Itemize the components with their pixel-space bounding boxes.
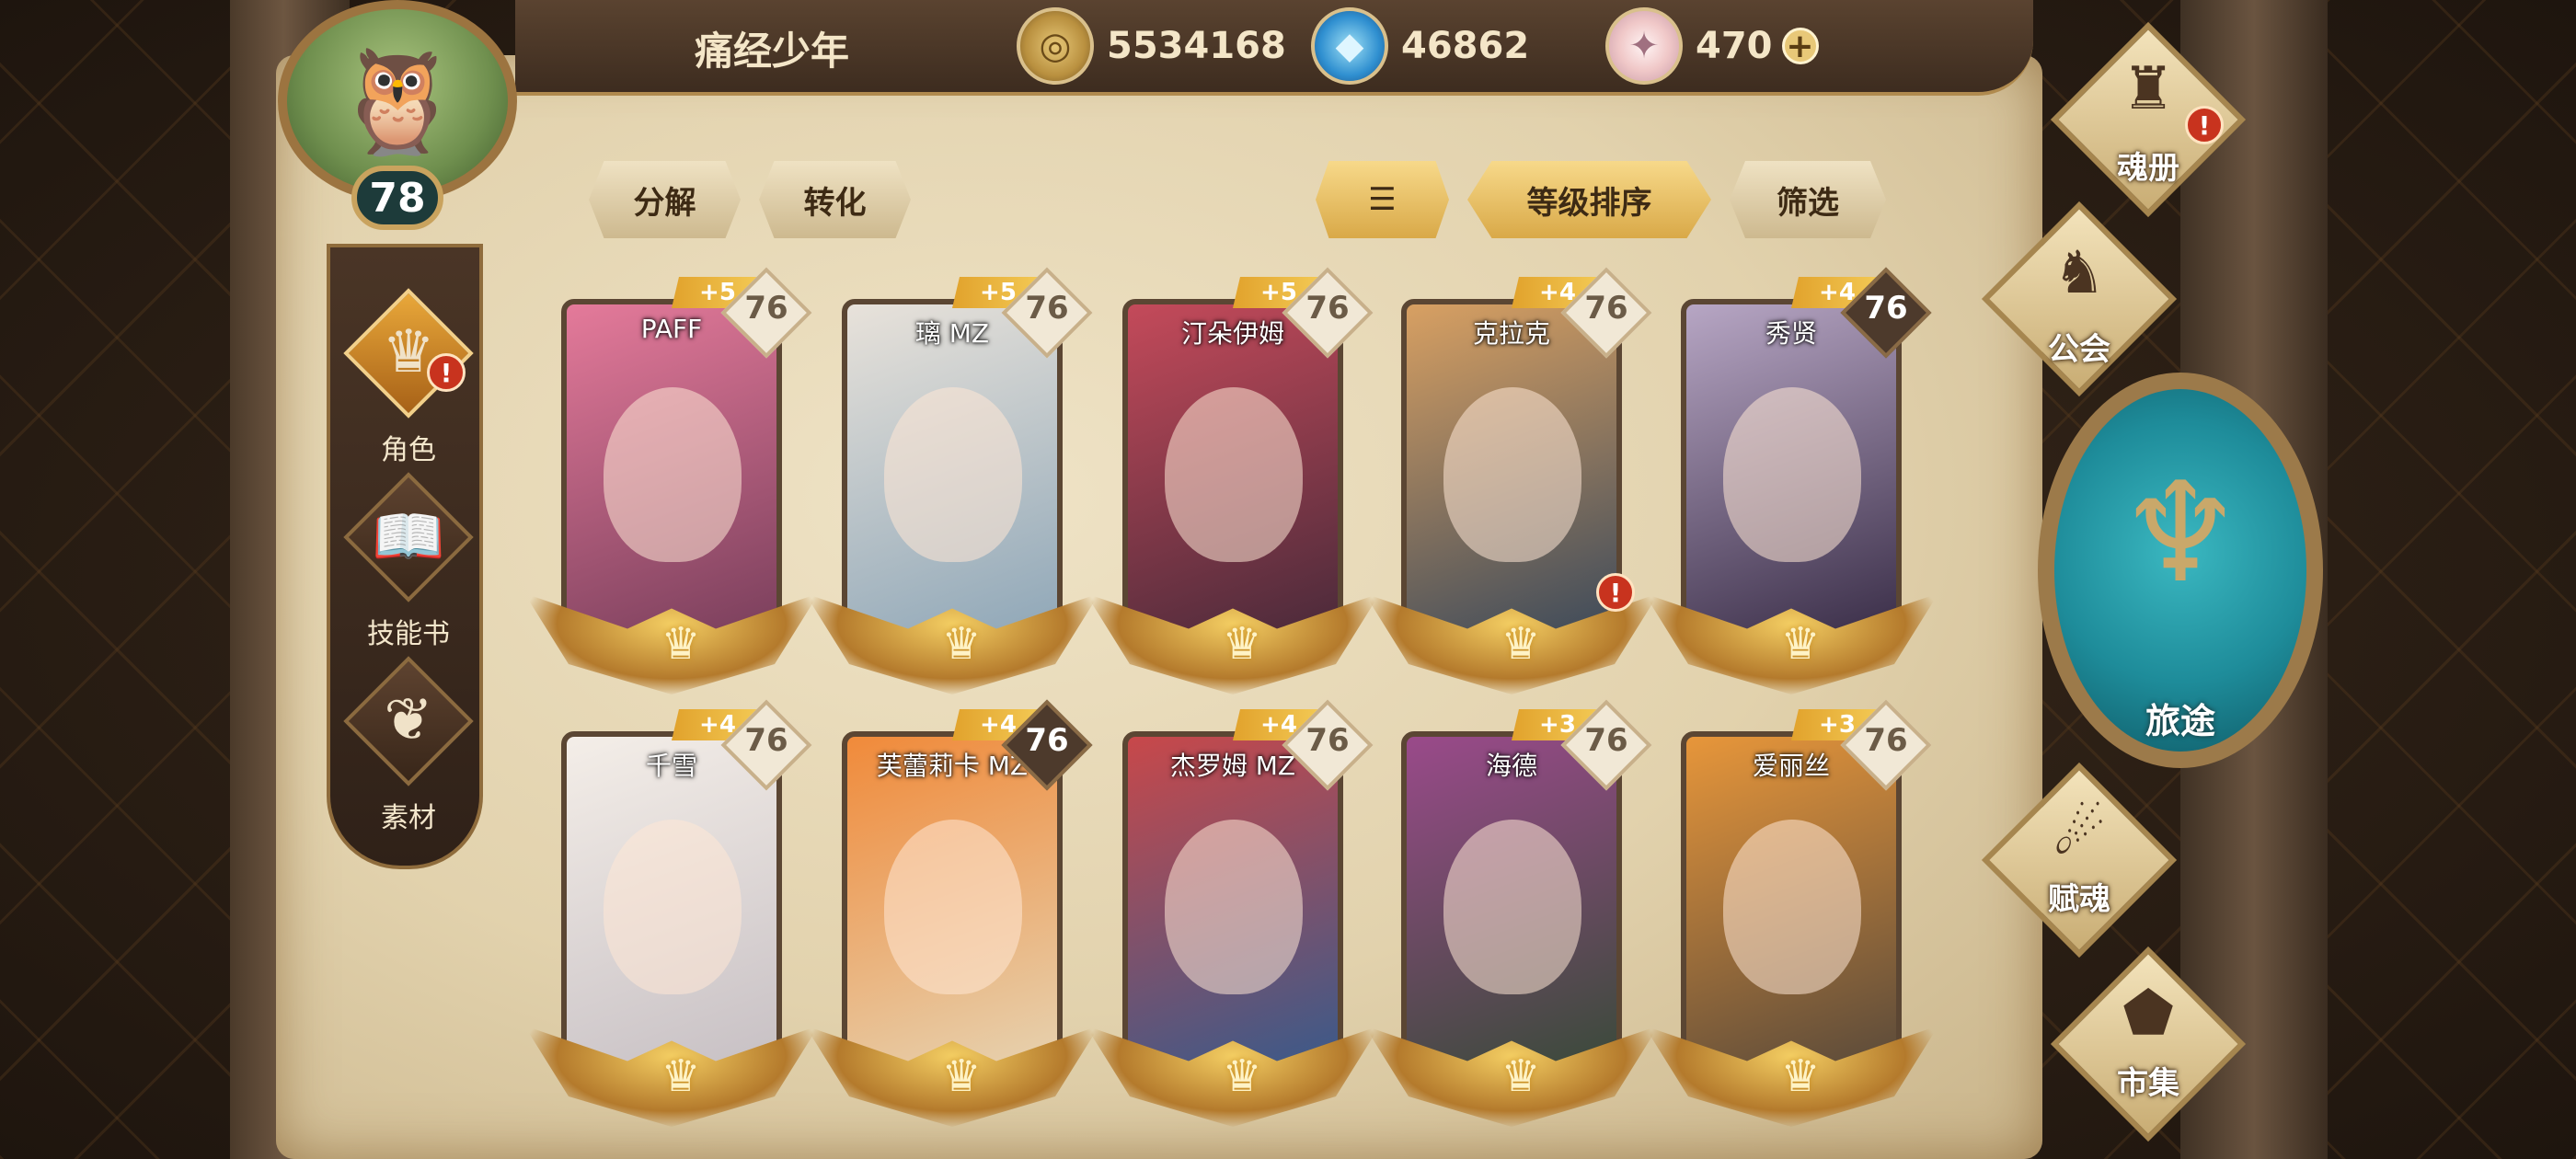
character-card[interactable]: 克拉克 +4 76 ♛! bbox=[1364, 267, 1659, 713]
sidebar-item-skill-book[interactable]: 📖 技能书 bbox=[330, 472, 487, 666]
crown-icon: ♛ bbox=[1501, 1050, 1541, 1102]
character-level: 76 bbox=[1305, 290, 1350, 327]
crown-icon: ♛ bbox=[1501, 618, 1541, 670]
alert-icon: ! bbox=[2185, 106, 2224, 144]
portrait-face bbox=[604, 387, 742, 562]
character-card[interactable]: 杰罗姆 MZ +4 76 ♛ bbox=[1086, 699, 1380, 1145]
character-card[interactable]: 芙蕾莉卡 MZ +4 76 ♛ bbox=[805, 699, 1099, 1145]
crown-icon: ♛ bbox=[661, 1050, 701, 1102]
character-card[interactable]: 千雪 +4 76 ♛ bbox=[524, 699, 819, 1145]
gold-currency: ◎ 5534168 bbox=[1017, 7, 1286, 85]
player-avatar-block[interactable]: 🦉 78 bbox=[259, 0, 554, 258]
portrait-face bbox=[1723, 820, 1861, 994]
character-card[interactable]: 爱丽丝 +3 76 ♛ bbox=[1644, 699, 1938, 1145]
journey-trident-icon: ♆ bbox=[2118, 453, 2243, 614]
nav-label: 公会 bbox=[2048, 331, 2110, 368]
character-level: 76 bbox=[1025, 290, 1069, 327]
character-portrait[interactable]: 千雪 bbox=[561, 731, 782, 1072]
character-portrait[interactable]: 璃 MZ bbox=[842, 299, 1063, 639]
gem-value: 470 bbox=[1696, 25, 1773, 67]
player-name: 痛经少年 bbox=[695, 29, 850, 74]
player-level-badge: 78 bbox=[351, 166, 443, 230]
portrait-face bbox=[1723, 387, 1861, 562]
skill-book-icon: 📖 bbox=[372, 503, 445, 571]
sidebar-item-label: 角色 bbox=[381, 434, 436, 466]
filter-button[interactable]: 筛选 bbox=[1730, 161, 1886, 238]
character-level: 76 bbox=[1864, 290, 1908, 327]
gem-currency: ✦ 470 + bbox=[1605, 7, 1819, 85]
portrait-face bbox=[604, 820, 742, 994]
character-portrait[interactable]: PAFF bbox=[561, 299, 782, 639]
blue-crystal-icon: ◆ bbox=[1311, 7, 1388, 85]
ensoul-icon: ☄ bbox=[2053, 800, 2106, 868]
crown-icon: ♛ bbox=[1780, 1050, 1821, 1102]
journey-label: 旅途 bbox=[2145, 701, 2215, 741]
sidebar-item-label: 素材 bbox=[381, 802, 436, 834]
character-level: 76 bbox=[1584, 722, 1628, 759]
crown-icon: ♛ bbox=[941, 1050, 982, 1102]
journey-button[interactable]: ♆ 旅途 bbox=[2038, 373, 2323, 768]
character-portrait[interactable]: 杰罗姆 MZ bbox=[1122, 731, 1343, 1072]
character-level: 76 bbox=[744, 722, 788, 759]
character-portrait[interactable]: 秀贤 bbox=[1681, 299, 1902, 639]
nav-label: 魂册 bbox=[2117, 150, 2179, 187]
sort-icon: ☰ bbox=[1368, 181, 1397, 218]
nav-market[interactable]: ⬟ 市集 bbox=[2047, 946, 2249, 1145]
crown-icon: ♛ bbox=[1222, 1050, 1262, 1102]
character-card[interactable]: 秀贤 +4 76 ♛ bbox=[1644, 267, 1938, 713]
sidebar-item-material[interactable]: ❦ 素材 bbox=[330, 656, 487, 850]
sidebar-item-character[interactable]: ♛ 角色 ! bbox=[330, 288, 487, 482]
character-portrait[interactable]: 克拉克 bbox=[1401, 299, 1622, 639]
left-sidebar: ♛ 角色 ! 📖 技能书 ❦ 素材 bbox=[327, 244, 483, 869]
crystal-value: 46862 bbox=[1401, 25, 1530, 67]
material-icon: ❦ bbox=[384, 686, 433, 754]
crystal-currency: ◆ 46862 bbox=[1311, 7, 1529, 85]
nav-soul-book[interactable]: ♜ 魂册 ! bbox=[2047, 21, 2249, 218]
character-card[interactable]: PAFF +5 76 ♛ bbox=[524, 267, 819, 713]
sidebar-item-label: 技能书 bbox=[367, 618, 450, 650]
crown-icon: ♛ bbox=[661, 618, 701, 670]
character-level: 76 bbox=[1305, 722, 1350, 759]
character-card[interactable]: 海德 +3 76 ♛ bbox=[1364, 699, 1659, 1145]
plus-icon[interactable]: + bbox=[1781, 28, 1819, 65]
portrait-face bbox=[1443, 820, 1581, 994]
alert-icon: ! bbox=[1596, 573, 1635, 612]
character-level: 76 bbox=[1025, 722, 1069, 759]
portrait-face bbox=[884, 820, 1022, 994]
convert-button[interactable]: 转化 bbox=[759, 161, 911, 238]
character-portrait[interactable]: 爱丽丝 bbox=[1681, 731, 1902, 1072]
decompose-button[interactable]: 分解 bbox=[589, 161, 741, 238]
character-card[interactable]: 璃 MZ +5 76 ♛ bbox=[805, 267, 1099, 713]
character-card[interactable]: 汀朵伊姆 +5 76 ♛ bbox=[1086, 267, 1380, 713]
gold-coin-icon: ◎ bbox=[1017, 7, 1094, 85]
sort-order-button[interactable]: ☰ bbox=[1316, 161, 1449, 238]
nav-ensoul[interactable]: ☄ 赋魂 bbox=[1978, 762, 2180, 958]
market-icon: ⬟ bbox=[2122, 980, 2174, 1048]
crown-icon: ♛ bbox=[1780, 618, 1821, 670]
gold-value: 5534168 bbox=[1107, 25, 1286, 67]
level-sort-button[interactable]: 等级排序 bbox=[1467, 161, 1711, 238]
character-level: 76 bbox=[1864, 722, 1908, 759]
character-portrait[interactable]: 芙蕾莉卡 MZ bbox=[842, 731, 1063, 1072]
nav-label: 市集 bbox=[2117, 1065, 2179, 1102]
guild-icon: ♞ bbox=[2053, 239, 2106, 307]
portrait-face bbox=[884, 387, 1022, 562]
portrait-face bbox=[1165, 820, 1303, 994]
character-level: 76 bbox=[744, 290, 788, 327]
crown-icon: ♛ bbox=[941, 618, 982, 670]
crown-icon: ♛ bbox=[1222, 618, 1262, 670]
nav-label: 赋魂 bbox=[2048, 881, 2110, 918]
alert-icon: ! bbox=[427, 353, 466, 392]
character-portrait[interactable]: 海德 bbox=[1401, 731, 1622, 1072]
portrait-face bbox=[1443, 387, 1581, 562]
character-level: 76 bbox=[1584, 290, 1628, 327]
prism-gem-icon: ✦ bbox=[1605, 7, 1683, 85]
character-portrait[interactable]: 汀朵伊姆 bbox=[1122, 299, 1343, 639]
portrait-face bbox=[1165, 387, 1303, 562]
nav-guild[interactable]: ♞ 公会 bbox=[1978, 201, 2180, 397]
